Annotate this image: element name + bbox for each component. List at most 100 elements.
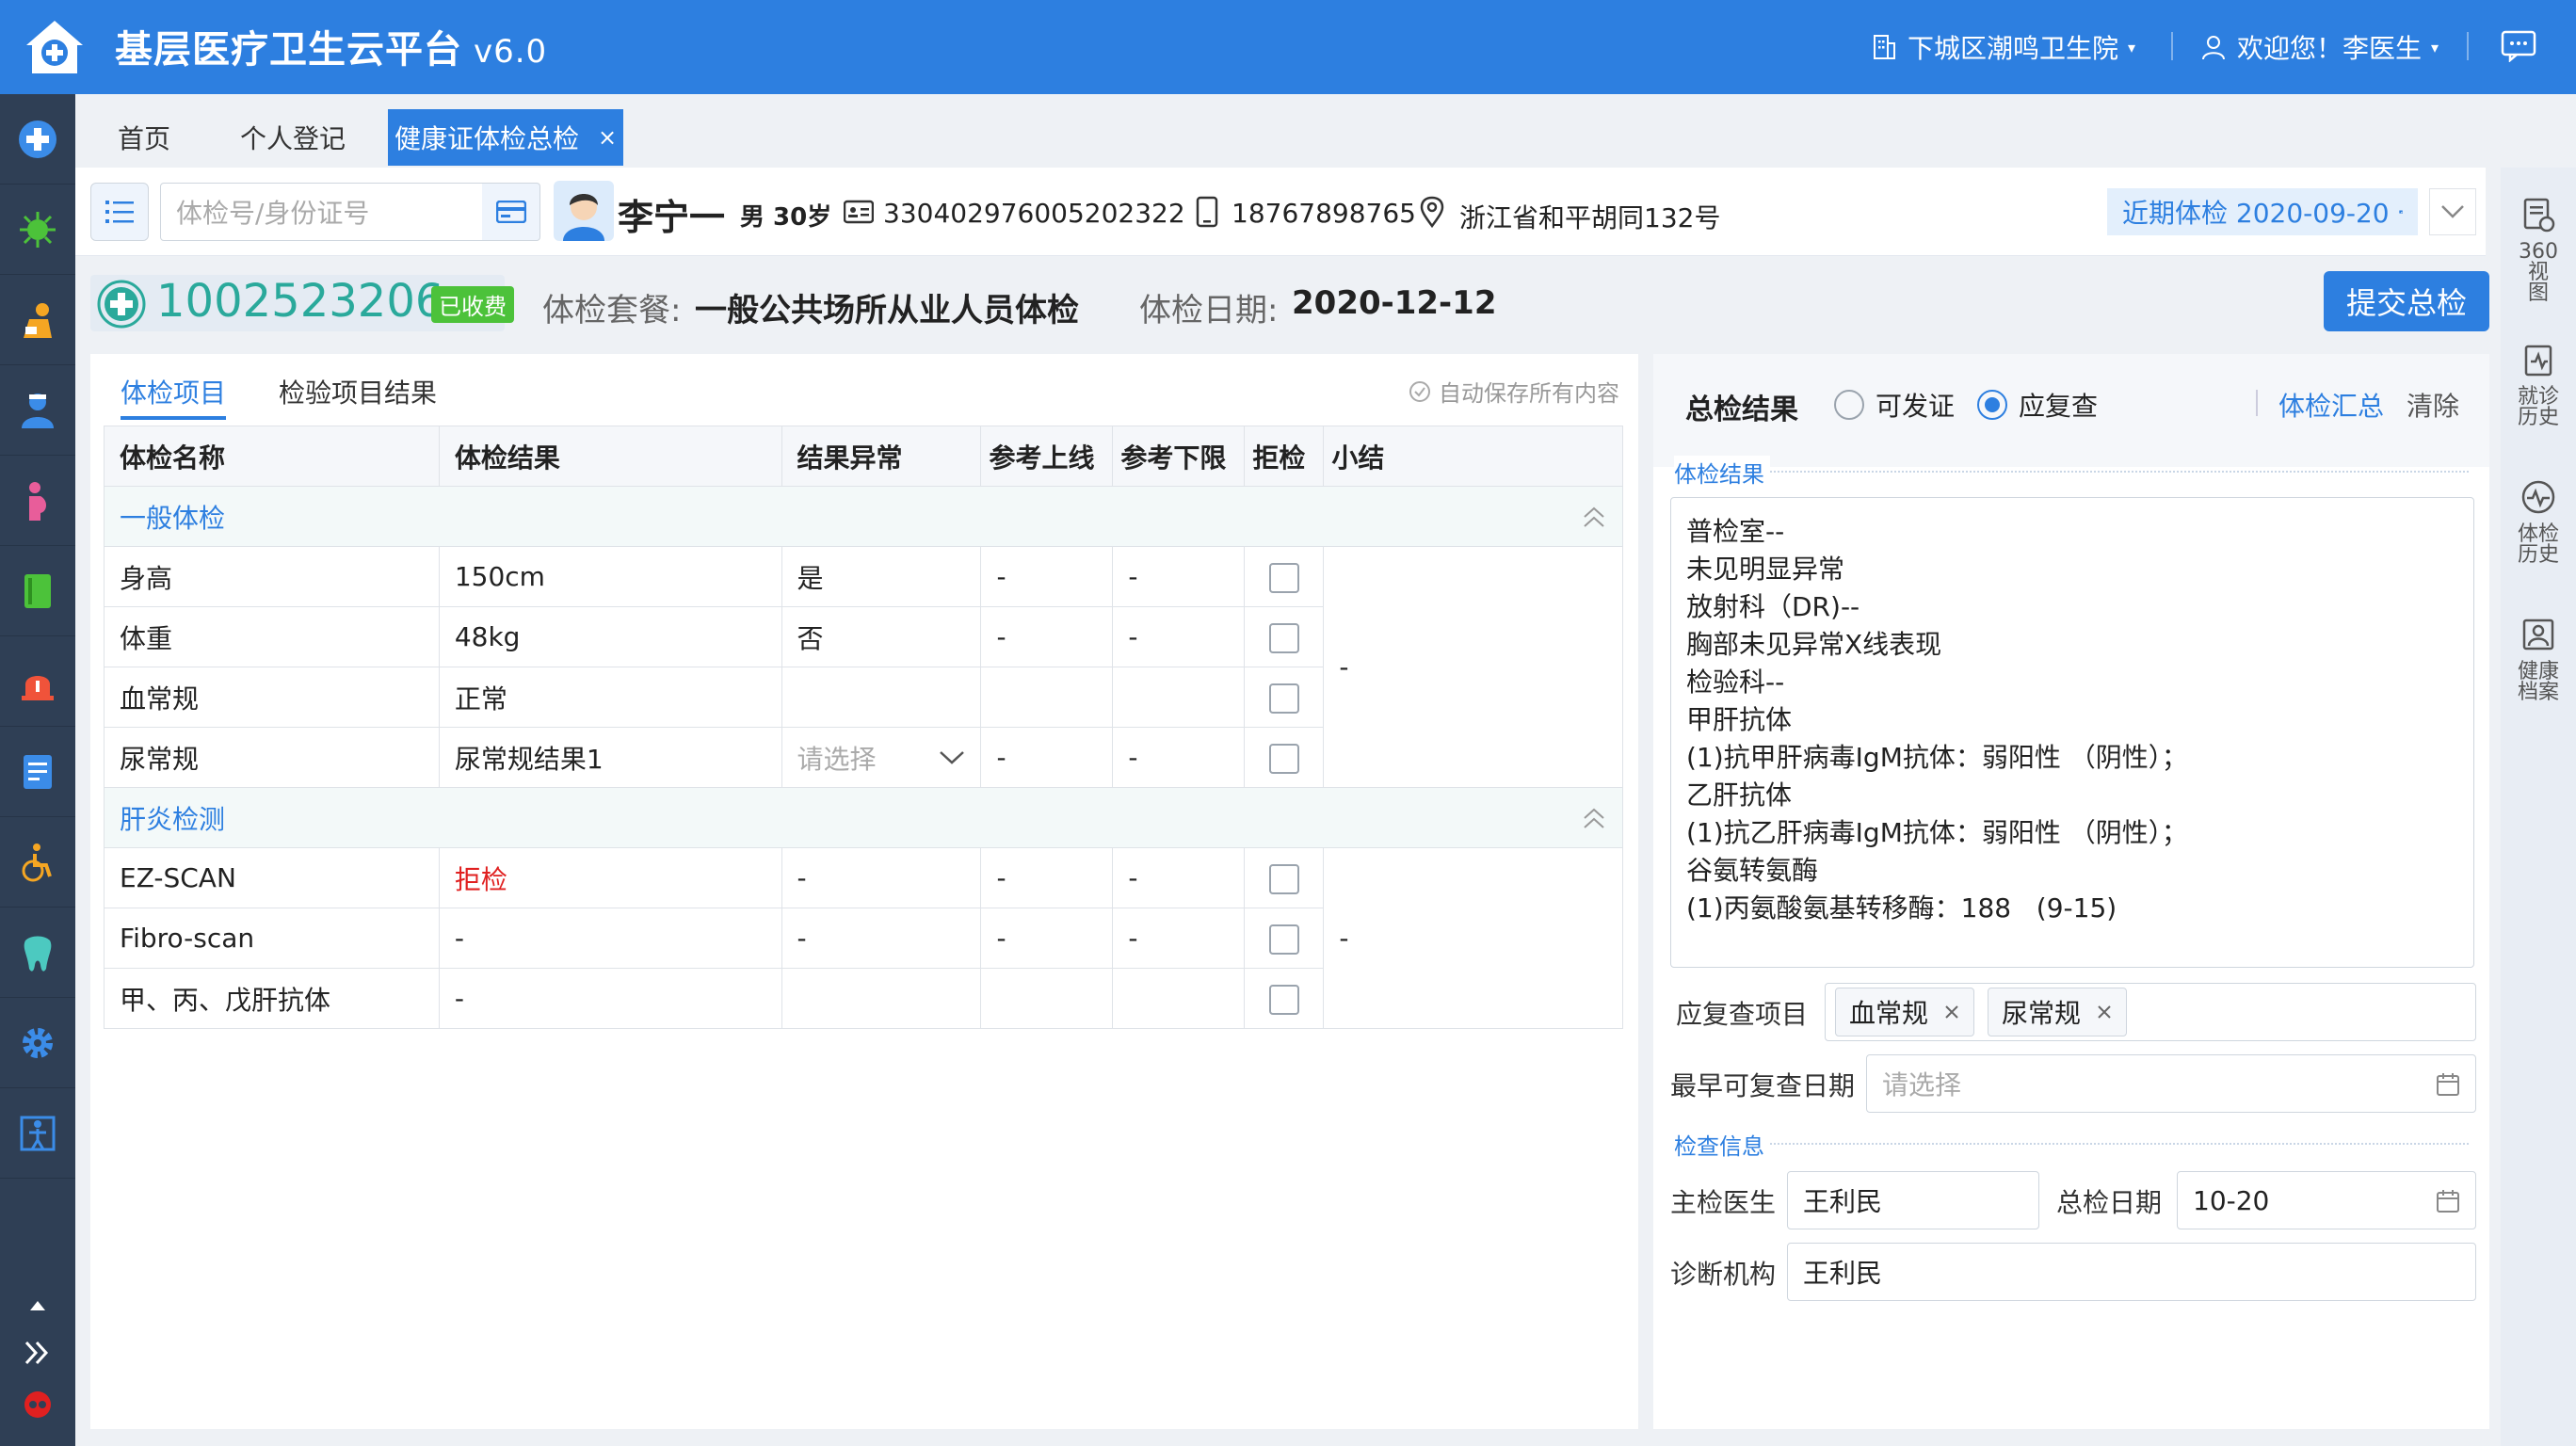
abnormal-select[interactable]: 请选择 bbox=[781, 727, 982, 788]
expand-sidebar-icon[interactable] bbox=[21, 1337, 53, 1373]
close-tab-icon[interactable]: × bbox=[598, 124, 617, 151]
chevron-down-icon bbox=[2441, 205, 2464, 218]
expand-patient-button[interactable] bbox=[2429, 188, 2476, 235]
diagnosis-org-input[interactable]: 王利民 bbox=[1787, 1243, 2476, 1301]
patient-phone: 18767898765 bbox=[1232, 198, 1416, 229]
item-name: 身高 bbox=[104, 546, 440, 607]
sidebar-item-caregiver[interactable] bbox=[0, 275, 75, 365]
item-name: 甲、丙、戊肝抗体 bbox=[104, 968, 440, 1029]
logout-icon[interactable] bbox=[21, 1388, 55, 1425]
sidebar-item-medical[interactable] bbox=[0, 94, 75, 185]
sidebar-item-dental[interactable] bbox=[0, 908, 75, 998]
sidebar-item-health-records[interactable]: 健康档案 bbox=[2501, 616, 2576, 703]
radio-recheck[interactable]: 应复查 bbox=[1977, 386, 2098, 424]
refuse-checkbox[interactable] bbox=[1268, 743, 1299, 774]
exam-number: 1002523206 bbox=[156, 275, 444, 328]
pregnant-icon bbox=[29, 481, 46, 521]
item-name: 尿常规 bbox=[104, 727, 440, 788]
org-selector[interactable]: 下城区潮鸣卫生院 ▾ bbox=[1870, 28, 2135, 66]
sidebar-item-virus[interactable] bbox=[0, 185, 75, 275]
refuse-checkbox[interactable] bbox=[1268, 984, 1299, 1015]
item-abnormal[interactable]: 否 bbox=[781, 606, 982, 667]
group-row-general[interactable]: 一般体检 bbox=[104, 486, 1623, 547]
input-value: 王利民 bbox=[1803, 1186, 1883, 1217]
sidebar-item-reports[interactable] bbox=[0, 727, 75, 817]
chief-doctor-input[interactable]: 王利民 bbox=[1787, 1171, 2039, 1229]
refuse-checkbox[interactable] bbox=[1268, 683, 1299, 714]
item-abnormal[interactable]: 是 bbox=[781, 546, 982, 607]
user-menu[interactable]: 欢迎您！李医生 ▾ bbox=[2199, 28, 2439, 66]
item-upper: - bbox=[980, 546, 1114, 607]
sidebar-item-emergency[interactable] bbox=[0, 636, 75, 727]
submit-review-button[interactable]: 提交总检 bbox=[2324, 271, 2489, 331]
collapse-icon[interactable] bbox=[1581, 805, 1607, 831]
divider bbox=[2171, 32, 2173, 60]
chevron-down-icon: ▾ bbox=[2128, 38, 2136, 56]
group-summary[interactable]: - bbox=[1323, 847, 1623, 1029]
exam-date-label: 体检日期: bbox=[1139, 292, 1279, 329]
earliest-recheck-date-input[interactable]: 请选择 bbox=[1866, 1054, 2476, 1113]
scroll-up-icon[interactable] bbox=[26, 1297, 49, 1316]
tab-lab-results[interactable]: 检验项目结果 bbox=[279, 373, 437, 410]
exam-result-textarea[interactable]: 普检室-- 未见明显异常 放射科（DR)-- 胸部未见异常X线表现 检验科-- … bbox=[1670, 497, 2474, 968]
sidebar-item-settings[interactable] bbox=[0, 998, 75, 1088]
sidebar-item-elderly[interactable] bbox=[0, 1088, 75, 1179]
item-result[interactable]: 48kg bbox=[438, 606, 782, 667]
group-summary[interactable]: - bbox=[1323, 546, 1623, 788]
tag-label: 血常规 bbox=[1849, 998, 1929, 1029]
heartbeat-icon bbox=[2521, 480, 2555, 514]
item-result[interactable]: 尿常规结果1 bbox=[438, 727, 782, 788]
refuse-checkbox[interactable] bbox=[1268, 924, 1299, 955]
list-view-button[interactable] bbox=[90, 183, 149, 241]
sidebar-item-records[interactable] bbox=[0, 546, 75, 636]
result-line: 胸部未见异常X线表现 bbox=[1686, 629, 1942, 660]
sidebar-item-maternal[interactable] bbox=[0, 456, 75, 546]
result-line: 乙肝抗体 bbox=[1686, 779, 1793, 811]
collapse-icon[interactable] bbox=[1581, 504, 1607, 530]
close-icon[interactable] bbox=[1943, 1004, 1960, 1020]
item-abnormal[interactable]: - bbox=[781, 908, 982, 969]
tab-exam-items[interactable]: 体检项目 bbox=[121, 373, 226, 410]
read-id-card-button[interactable] bbox=[482, 183, 540, 241]
tab-personal-registration[interactable]: 个人登记 bbox=[222, 109, 363, 166]
table-row: 身高 150cm 是 - - - bbox=[104, 546, 1623, 788]
sidebar-item-disability[interactable] bbox=[0, 817, 75, 908]
item-abnormal[interactable] bbox=[781, 968, 982, 1029]
item-abnormal[interactable] bbox=[781, 667, 982, 728]
sidebar-item-exam-history[interactable]: 体检历史 bbox=[2501, 478, 2576, 566]
refuse-checkbox[interactable] bbox=[1268, 622, 1299, 653]
item-result[interactable]: - bbox=[438, 908, 782, 969]
item-abnormal[interactable]: - bbox=[781, 847, 982, 908]
recent-exam-button[interactable]: 近期体检 2020-09-20 bbox=[2107, 188, 2418, 235]
exam-items-panel: 体检项目 检验项目结果 自动保存所有内容 体检名称 体检结果 结果异常 参考上线… bbox=[90, 354, 1638, 1429]
refuse-checkbox[interactable] bbox=[1268, 863, 1299, 894]
group-row-hepatitis[interactable]: 肝炎检测 bbox=[104, 787, 1623, 848]
close-icon[interactable] bbox=[2096, 1004, 2113, 1020]
message-icon[interactable] bbox=[2501, 30, 2536, 66]
sidebar-item-visit-history[interactable]: 就诊历史 bbox=[2501, 341, 2576, 428]
elderly-icon bbox=[20, 1116, 56, 1150]
card-icon bbox=[495, 201, 526, 223]
clear-link[interactable]: 清除 bbox=[2407, 386, 2459, 424]
sidebar-item-doctor[interactable] bbox=[0, 365, 75, 456]
item-result[interactable]: 150cm bbox=[438, 546, 782, 607]
item-result[interactable]: - bbox=[438, 968, 782, 1029]
refuse-cell bbox=[1244, 546, 1325, 607]
radio-certify[interactable]: 可发证 bbox=[1834, 386, 1955, 424]
package-label: 体检套餐: bbox=[542, 292, 682, 329]
exam-summary-link[interactable]: 体检汇总 bbox=[2278, 386, 2384, 424]
item-result[interactable]: 正常 bbox=[438, 667, 782, 728]
tab-home[interactable]: 首页 bbox=[90, 109, 198, 166]
result-line: 检验科-- bbox=[1686, 667, 1785, 698]
sidebar-item-360-view[interactable]: 360视图 bbox=[2501, 196, 2576, 304]
result-line: (1)丙氨酸氨基转移酶：188 (9-15) bbox=[1686, 892, 2117, 924]
item-name: EZ-SCAN bbox=[104, 847, 440, 908]
refuse-checkbox[interactable] bbox=[1268, 562, 1299, 593]
review-date-input[interactable]: 10-20 bbox=[2177, 1171, 2476, 1229]
recheck-tag: 血常规 bbox=[1835, 988, 1975, 1036]
item-result[interactable]: 拒检 bbox=[438, 847, 782, 908]
exam-search-input[interactable]: 体检号/身份证号 bbox=[160, 183, 488, 241]
tab-health-cert-review[interactable]: 健康证体检总检 × bbox=[388, 109, 623, 166]
doctor-icon bbox=[22, 393, 54, 428]
recheck-items-field[interactable]: 血常规 尿常规 bbox=[1825, 983, 2476, 1041]
